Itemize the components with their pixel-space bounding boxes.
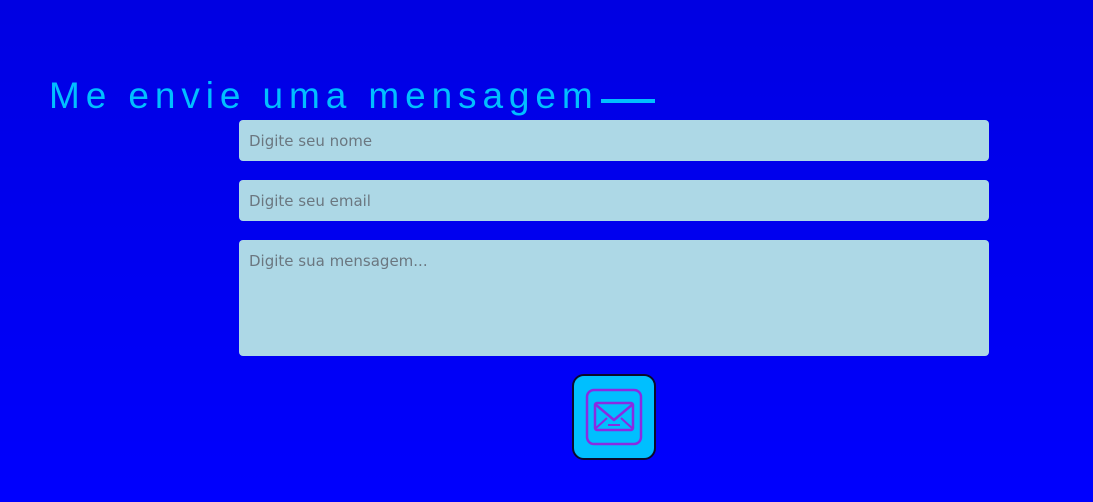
message-textarea[interactable] <box>239 240 989 356</box>
heading-underline <box>600 99 655 103</box>
name-input[interactable] <box>239 120 989 161</box>
mail-icon <box>584 387 644 447</box>
contact-heading: Me envie uma mensagem <box>49 74 655 118</box>
send-button[interactable] <box>572 374 656 460</box>
email-input[interactable] <box>239 180 989 221</box>
contact-heading-text: Me envie uma mensagem <box>49 75 599 116</box>
